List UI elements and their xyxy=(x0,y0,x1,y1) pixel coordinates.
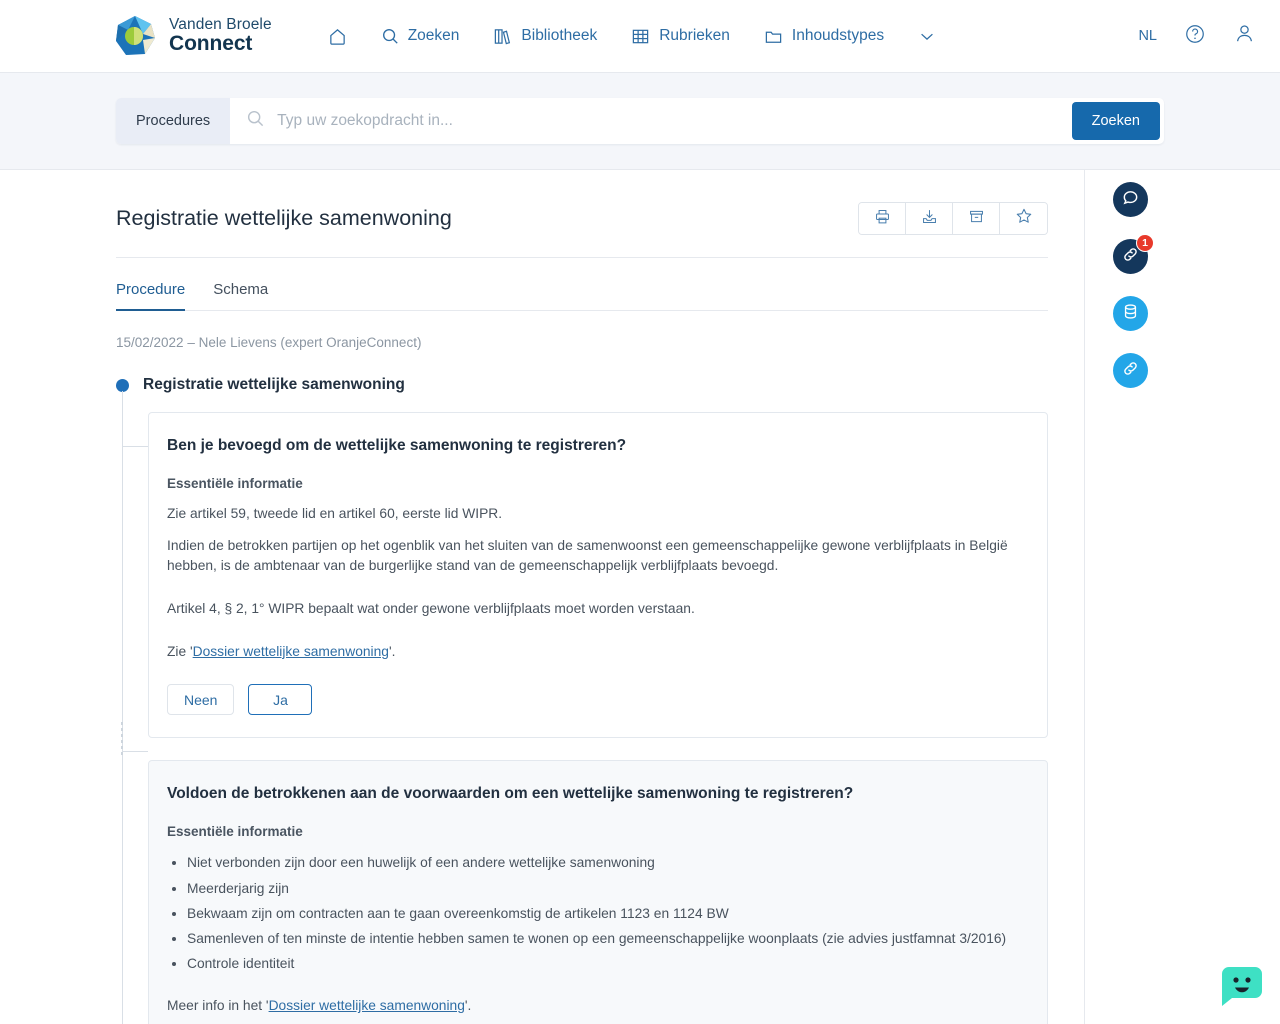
info-paragraph-2: Artikel 4, § 2, 1° WIPR bepaalt wat onde… xyxy=(167,601,695,617)
search-submit-button[interactable]: Zoeken xyxy=(1071,102,1160,140)
step-dot-icon xyxy=(116,378,129,392)
search-field-wrapper xyxy=(230,98,1068,144)
info-paragraph-line2: Indien de betrokken partijen op het ogen… xyxy=(167,537,1008,574)
essential-info-heading: Essentiële informatie xyxy=(167,476,303,491)
question-card: Ben je bevoegd om de wettelijke samenwon… xyxy=(148,412,1048,739)
archive-button[interactable] xyxy=(953,203,1000,234)
list-item: Niet verbonden zijn door een huwelijk of… xyxy=(187,853,1025,873)
brand-name-line2: Connect xyxy=(169,32,253,56)
link-icon xyxy=(1121,359,1140,383)
search-icon xyxy=(246,109,265,133)
download-icon xyxy=(921,208,938,230)
search-band: Procedures Zoeken xyxy=(0,73,1280,170)
chat-widget-button[interactable] xyxy=(1218,964,1266,1008)
document-actions-toolbar xyxy=(858,202,1048,235)
list-item: Bekwaam zijn om contracten aan te gaan o… xyxy=(187,904,1025,924)
timeline-dotted-segment xyxy=(121,722,123,756)
answer-ja-button[interactable]: Ja xyxy=(248,684,313,716)
page-title-row: Registratie wettelijke samenwoning xyxy=(116,202,1048,258)
nav-rubrieken-label: Rubrieken xyxy=(659,27,730,44)
step-title: Registratie wettelijke samenwoning xyxy=(143,376,405,393)
link-count-badge: 1 xyxy=(1136,234,1154,252)
dossier-link[interactable]: Dossier wettelijke samenwoning xyxy=(269,998,465,1013)
content-tabs: Procedure Schema xyxy=(116,280,1048,311)
search-input[interactable] xyxy=(277,112,1052,130)
star-icon xyxy=(1015,207,1033,230)
search-bar: Procedures Zoeken xyxy=(116,98,1164,144)
list-item: Meerderjarig zijn xyxy=(187,879,1025,899)
question-card: Voldoen de betrokkenen aan de voorwaarde… xyxy=(148,760,1048,1024)
dossier-link-line: Zie 'Dossier wettelijke samenwoning'. xyxy=(167,642,1025,663)
favorite-button[interactable] xyxy=(1000,203,1047,234)
nav-home[interactable] xyxy=(328,27,347,46)
nav-inhoudstypes-label: Inhoudstypes xyxy=(791,27,885,44)
link-prefix: Meer info in het ' xyxy=(167,998,269,1014)
nav-zoeken[interactable]: Zoeken xyxy=(381,27,460,45)
download-button[interactable] xyxy=(906,203,953,234)
dossier-link-line: Meer info in het 'Dossier wettelijke sam… xyxy=(167,996,1025,1017)
timeline-branch-1 xyxy=(122,446,148,447)
timeline-branch-2 xyxy=(122,751,148,752)
side-action-rail: 1 xyxy=(1113,182,1154,388)
link-suffix: '. xyxy=(388,643,396,659)
question-circle-icon[interactable] xyxy=(1184,23,1206,50)
books-icon xyxy=(493,27,512,46)
procedure-step: Registratie wettelijke samenwoning Ben j… xyxy=(116,376,1048,1024)
timeline-connector xyxy=(122,391,123,1024)
comments-button[interactable] xyxy=(1113,182,1148,217)
related-links-button[interactable] xyxy=(1113,353,1148,388)
question-cards: Ben je bevoegd om de wettelijke samenwon… xyxy=(148,412,1048,1024)
language-selector[interactable]: NL xyxy=(1138,28,1157,44)
database-icon xyxy=(1121,302,1140,326)
question-title: Voldoen de betrokkenen aan de voorwaarde… xyxy=(167,785,854,803)
condition-list: Niet verbonden zijn door een huwelijk of… xyxy=(187,853,1025,974)
search-icon xyxy=(381,27,399,45)
main-content: Registratie wettelijke samenwoning Proce… xyxy=(0,170,1085,1024)
nav-more-dropdown[interactable] xyxy=(918,27,936,45)
brand-logo[interactable]: Vanden Broele Connect xyxy=(112,13,272,59)
list-item: Controle identiteit xyxy=(187,954,1025,974)
page-body: Registratie wettelijke samenwoning Proce… xyxy=(0,170,1280,1024)
brand-name-line1: Vanden Broele xyxy=(169,15,272,33)
archive-icon xyxy=(968,208,985,230)
nav-zoeken-label: Zoeken xyxy=(407,27,460,44)
link-prefix: Zie ' xyxy=(167,643,193,659)
document-meta: 15/02/2022 – Nele Lievens (expert Oranje… xyxy=(116,335,422,350)
chevron-down-icon xyxy=(918,27,936,45)
nav-bibliotheek[interactable]: Bibliotheek xyxy=(493,27,597,46)
info-paragraph-line1: Zie artikel 59, tweede lid en artikel 60… xyxy=(167,506,503,521)
answer-buttons: Neen Ja xyxy=(167,684,1025,716)
comment-icon xyxy=(1121,188,1140,212)
linked-items-button[interactable]: 1 xyxy=(1113,234,1154,274)
nav-rubrieken[interactable]: Rubrieken xyxy=(631,27,730,46)
nav-inhoudstypes[interactable]: Inhoudstypes xyxy=(764,27,884,46)
vanden-broele-logo-icon xyxy=(112,13,158,59)
top-header: Vanden Broele Connect Zoeken Bibliotheek… xyxy=(0,0,1280,73)
list-item: Samenleven of ten minste de intentie heb… xyxy=(187,929,1025,949)
tab-procedure[interactable]: Procedure xyxy=(116,281,186,311)
question-title: Ben je bevoegd om de wettelijke samenwon… xyxy=(167,437,627,454)
user-icon[interactable] xyxy=(1233,22,1256,50)
header-right-actions: NL xyxy=(1138,22,1256,50)
tab-schema[interactable]: Schema xyxy=(213,281,268,311)
essential-info-heading: Essentiële informatie xyxy=(167,824,303,840)
link-suffix: '. xyxy=(464,998,472,1014)
dossier-link[interactable]: Dossier wettelijke samenwoning xyxy=(193,644,389,659)
database-button[interactable] xyxy=(1113,296,1148,331)
print-button[interactable] xyxy=(859,203,906,234)
print-icon xyxy=(874,208,891,230)
nav-bibliotheek-label: Bibliotheek xyxy=(521,27,598,44)
page-title: Registratie wettelijke samenwoning xyxy=(116,206,452,230)
search-scope-selector[interactable]: Procedures xyxy=(116,98,231,144)
main-navigation: Zoeken Bibliotheek Rubrieken Inhoudstype… xyxy=(328,27,936,46)
right-rail-column: 1 xyxy=(1085,170,1280,1024)
chat-smiley-icon xyxy=(1218,967,1266,1012)
step-heading: Registratie wettelijke samenwoning xyxy=(116,376,1048,394)
folder-icon xyxy=(764,27,783,46)
answer-neen-button[interactable]: Neen xyxy=(167,684,235,716)
grid-icon xyxy=(631,27,650,46)
home-icon xyxy=(328,27,347,46)
